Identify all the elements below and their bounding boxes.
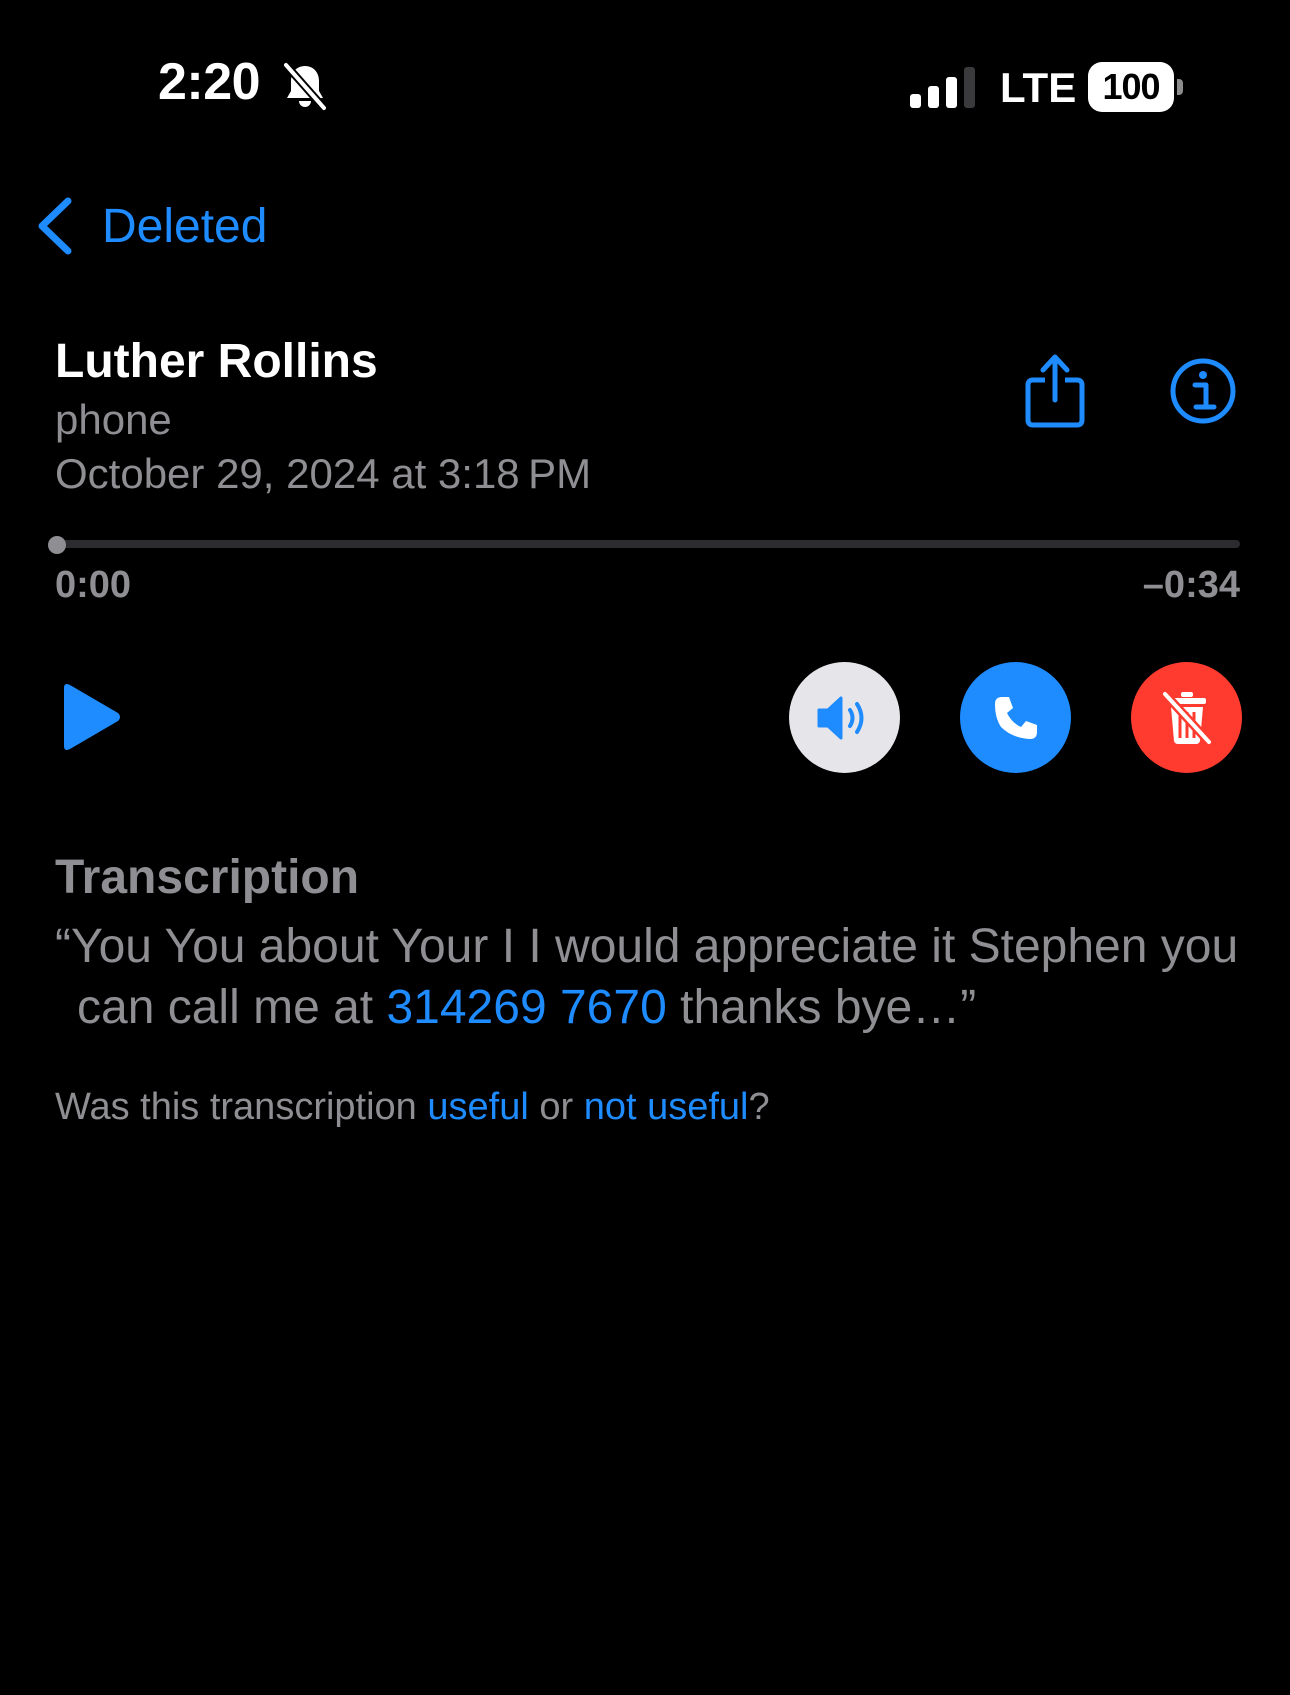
call-back-button[interactable]	[960, 662, 1071, 773]
playback-scrubber[interactable]	[48, 536, 66, 554]
status-time: 2:20	[158, 53, 261, 111]
chevron-left-icon	[38, 197, 72, 255]
info-icon[interactable]	[1170, 358, 1236, 424]
remaining-time: –0:34	[1142, 564, 1240, 606]
speaker-icon	[817, 696, 863, 739]
play-icon[interactable]	[60, 682, 122, 752]
transcription-text-after: thanks bye…”	[666, 981, 977, 1034]
transcription-heading: Transcription	[55, 851, 360, 904]
elapsed-time: 0:00	[55, 564, 132, 606]
bell-slash-icon	[282, 62, 328, 112]
back-button[interactable]: Deleted	[36, 196, 267, 256]
transcription-text: “You You about Your I I would appreciate…	[55, 916, 1277, 1038]
feedback-useful-link[interactable]: useful	[427, 1086, 528, 1128]
feedback-middle: or	[528, 1086, 584, 1128]
phone-icon	[994, 696, 1037, 739]
transcription-phone-link[interactable]: 314269 7670	[386, 981, 666, 1034]
voicemail-datetime: October 29, 2024 at 3:18 PM	[55, 450, 592, 497]
back-label: Deleted	[102, 199, 268, 253]
feedback-suffix: ?	[748, 1086, 770, 1128]
transcription-feedback: Was this transcription useful or not use…	[55, 1086, 770, 1129]
network-type: LTE	[1000, 64, 1077, 111]
trash-slash-icon	[1160, 689, 1213, 746]
signal-icon	[910, 67, 975, 108]
caller-name: Luther Rollins	[55, 335, 378, 388]
feedback-prefix: Was this transcription	[55, 1086, 428, 1128]
delete-button[interactable]	[1131, 662, 1242, 773]
battery-icon: 100	[1088, 62, 1184, 112]
share-icon[interactable]	[1024, 352, 1086, 428]
number-label: phone	[55, 396, 172, 443]
speaker-button[interactable]	[789, 662, 900, 773]
battery-level: 100	[1102, 66, 1160, 107]
feedback-not-useful-link[interactable]: not useful	[584, 1086, 749, 1128]
playback-track[interactable]	[55, 540, 1240, 548]
